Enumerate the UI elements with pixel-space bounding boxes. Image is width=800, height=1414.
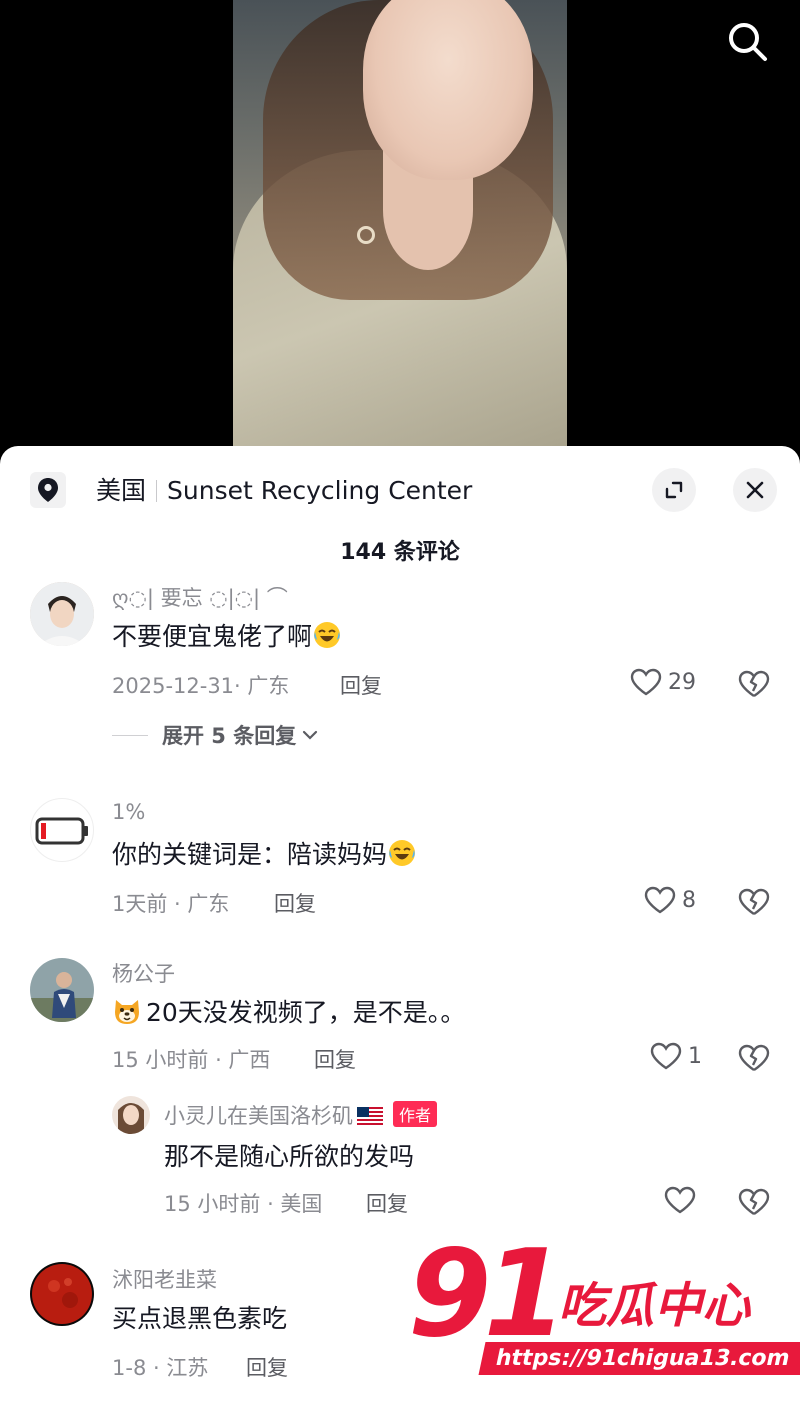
location-place: Sunset Recycling Center <box>167 476 473 505</box>
comment-item: 杨公子 20天没发视频了，是不是。。 15 小时前 · 广西 回复 1 小灵儿在… <box>0 958 800 1228</box>
like-button[interactable]: 8 <box>644 886 696 914</box>
laughing-crying-emoji-icon <box>389 840 416 866</box>
reply-avatar[interactable] <box>112 1096 150 1134</box>
broken-heart-icon <box>738 1044 770 1072</box>
comment-meta: 2025-12-31· 广东 <box>112 674 290 698</box>
avatar[interactable] <box>30 798 94 862</box>
comment-text: 你的关键词是：陪读妈妈 <box>112 838 417 872</box>
watermark-name: 吃瓜中心 <box>558 1278 751 1334</box>
broken-heart-icon <box>738 1188 770 1216</box>
like-count: 29 <box>668 669 696 695</box>
comment-text: 20天没发视频了，是不是。。 <box>112 996 465 1030</box>
like-count: 8 <box>682 887 696 913</box>
expand-sheet-button[interactable] <box>652 468 696 512</box>
avatar[interactable] <box>30 582 94 646</box>
avatar[interactable] <box>30 1262 94 1326</box>
location-separator <box>156 480 158 502</box>
author-badge: 作者 <box>393 1101 438 1127</box>
reply-meta: 15 小时前 · 美国 <box>164 1192 323 1216</box>
avatar[interactable] <box>30 958 94 1022</box>
comment-text-content: 不要便宜鬼佬了啊 <box>112 622 313 651</box>
dislike-button[interactable] <box>738 1044 770 1076</box>
comment-username[interactable]: ღ◌| 要忘 ◌|◌| ⌒ <box>112 582 288 612</box>
comment-meta: 1天前 · 广东 <box>112 892 230 916</box>
comment-item: 1% 你的关键词是：陪读妈妈 1天前 · 广东 回复 8 <box>0 798 800 938</box>
comment-meta: 1-8 · 江苏 <box>112 1356 209 1380</box>
comment-text-content: 20天没发视频了，是不是。。 <box>146 998 466 1027</box>
close-button[interactable] <box>733 468 777 512</box>
search-button[interactable] <box>726 20 770 64</box>
comment-item: ღ◌| 要忘 ◌|◌| ⌒ 不要便宜鬼佬了啊 2025-12-31· 广东 回复… <box>0 582 800 782</box>
watermark-logo: 91 吃瓜中心 https://91chigua13.com <box>408 1225 800 1390</box>
reply-button[interactable]: 回复 <box>246 1352 288 1382</box>
location-country: 美国 <box>96 476 147 505</box>
video-frame[interactable] <box>233 0 567 446</box>
comment-username[interactable]: 沭阳老韭菜 <box>112 1264 217 1294</box>
comment-text: 买点退黑色素吃 <box>112 1304 288 1333</box>
broken-heart-icon <box>738 888 770 916</box>
comment-username[interactable]: 1% <box>112 800 145 824</box>
reply-button[interactable]: 回复 <box>340 670 382 700</box>
heart-icon <box>650 1042 682 1070</box>
like-count: 1 <box>688 1043 702 1069</box>
reply-username-text: 小灵儿在美国洛杉矶 <box>164 1104 353 1128</box>
watermark-number: 91 <box>408 1225 567 1364</box>
expand-divider-line <box>112 734 148 736</box>
comment-text-content: 你的关键词是：陪读妈妈 <box>112 840 388 869</box>
video-pendant-shape <box>357 226 375 244</box>
watermark-url: https://91chigua13.com <box>478 1342 800 1375</box>
reply-button[interactable]: 回复 <box>314 1044 356 1074</box>
reply-username[interactable]: 小灵儿在美国洛杉矶 作者 <box>164 1100 438 1130</box>
chevron-down-icon <box>303 730 318 740</box>
heart-icon <box>630 668 662 696</box>
reply-text: 那不是随心所欲的发吗 <box>164 1142 415 1171</box>
reply-button[interactable]: 回复 <box>274 888 316 918</box>
heart-icon <box>664 1186 696 1214</box>
dog-face-emoji-icon <box>115 1000 139 1024</box>
dislike-button[interactable] <box>738 888 770 920</box>
location-pin-icon <box>30 472 66 508</box>
broken-heart-icon <box>738 670 770 698</box>
location-text[interactable]: 美国 Sunset Recycling Center <box>96 474 472 508</box>
heart-icon <box>644 886 676 914</box>
expand-replies-button[interactable]: 展开 5 条回复 <box>112 720 318 750</box>
comment-text: 不要便宜鬼佬了啊 <box>112 620 342 654</box>
video-player[interactable] <box>0 0 800 460</box>
comment-meta: 15 小时前 · 广西 <box>112 1048 271 1072</box>
reply-button[interactable]: 回复 <box>366 1188 408 1218</box>
dislike-button[interactable] <box>738 1188 770 1220</box>
comment-username[interactable]: 杨公子 <box>112 958 175 988</box>
search-icon <box>729 23 767 61</box>
expand-replies-label: 展开 5 条回复 <box>162 724 297 748</box>
video-face-shape <box>363 0 533 180</box>
like-button[interactable]: 1 <box>650 1042 702 1070</box>
laughing-crying-emoji-icon <box>314 622 341 648</box>
expand-icon <box>665 481 683 499</box>
us-flag-icon <box>357 1107 383 1125</box>
dislike-button[interactable] <box>738 670 770 702</box>
location-bar[interactable]: 美国 Sunset Recycling Center <box>0 468 800 512</box>
comment-count-title: 144 条评论 <box>340 540 460 565</box>
like-button[interactable]: 29 <box>630 668 696 696</box>
close-icon <box>746 481 764 499</box>
like-button[interactable] <box>664 1186 702 1214</box>
